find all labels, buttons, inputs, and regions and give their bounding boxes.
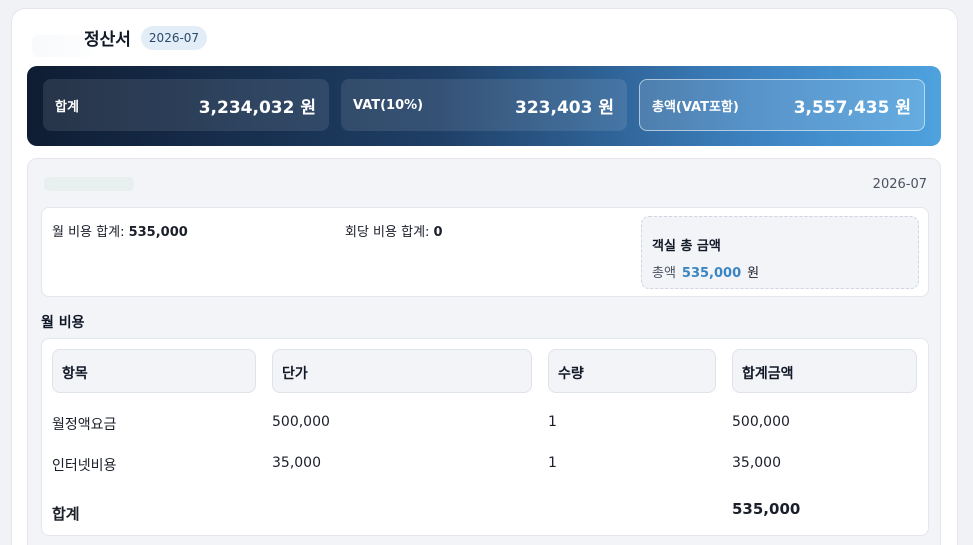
table-cell: 1	[548, 414, 557, 430]
table-cell: 35,000	[272, 455, 321, 471]
summary-total: 총액(VAT포함) 3,557,435 원	[639, 79, 925, 131]
summary-total-label: 총액(VAT포함)	[652, 99, 739, 115]
summary-subtotal-value: 3,234,032 원	[198, 97, 316, 118]
section-title: 월 비용	[41, 315, 85, 331]
table-cell: 월정액요금	[52, 417, 117, 433]
logo	[32, 35, 92, 57]
summary-subtotal: 합계 3,234,032 원	[43, 79, 329, 131]
column-header-unit-price: 단가	[272, 349, 532, 393]
table-footer-total: 535,000	[732, 500, 801, 518]
summary-vat-label: VAT(10%)	[353, 97, 424, 113]
column-header-quantity: 수량	[548, 349, 716, 393]
summary-bar: 합계 3,234,032 원 VAT(10%) 323,403 원 총액(VAT…	[27, 66, 941, 146]
room-total-unit: 원	[747, 266, 760, 281]
table-footer-label: 합계	[52, 505, 80, 523]
room-panel: 2026-07 월 비용 합계: 535,000 회당 비용 합계: 0 객실 …	[27, 158, 941, 545]
per-use-cost-value: 0	[433, 225, 443, 240]
column-header-total: 합계금액	[732, 349, 917, 393]
table-cell: 500,000	[272, 414, 330, 430]
monthly-cost-value: 535,000	[128, 225, 188, 240]
table-cell: 35,000	[732, 455, 781, 471]
monthly-cost-table: 항목 단가 수량 합계금액 월정액요금 500,000 1 500,000 인터…	[41, 338, 929, 536]
table-cell: 1	[548, 455, 557, 471]
per-use-cost-stat: 회당 비용 합계: 0	[345, 221, 443, 240]
room-total-line: 총액 535,000 원	[652, 262, 759, 281]
room-name	[44, 177, 134, 191]
room-total-label: 총액	[652, 266, 676, 281]
room-total-value: 535,000	[681, 266, 742, 281]
room-total-title: 객실 총 금액	[652, 239, 721, 254]
cost-stats: 월 비용 합계: 535,000 회당 비용 합계: 0 객실 총 금액 총액 5…	[41, 207, 929, 297]
table-cell: 인터넷비용	[52, 458, 117, 474]
period-badge: 2026-07	[140, 25, 208, 50]
table-cell: 500,000	[732, 414, 790, 430]
page-header: 정산서 2026-07	[84, 25, 208, 50]
panel-date: 2026-07	[872, 177, 927, 192]
monthly-cost-label: 월 비용 합계:	[52, 225, 129, 240]
summary-subtotal-label: 합계	[55, 99, 79, 115]
room-total-box: 객실 총 금액 총액 535,000 원	[641, 216, 919, 289]
column-header-item: 항목	[52, 349, 256, 393]
page-title: 정산서	[84, 30, 131, 50]
monthly-cost-stat: 월 비용 합계: 535,000	[52, 221, 188, 240]
per-use-cost-label: 회당 비용 합계:	[345, 225, 434, 240]
summary-vat-value: 323,403 원	[515, 97, 614, 118]
summary-total-value: 3,557,435 원	[793, 97, 911, 118]
summary-vat: VAT(10%) 323,403 원	[341, 79, 627, 131]
